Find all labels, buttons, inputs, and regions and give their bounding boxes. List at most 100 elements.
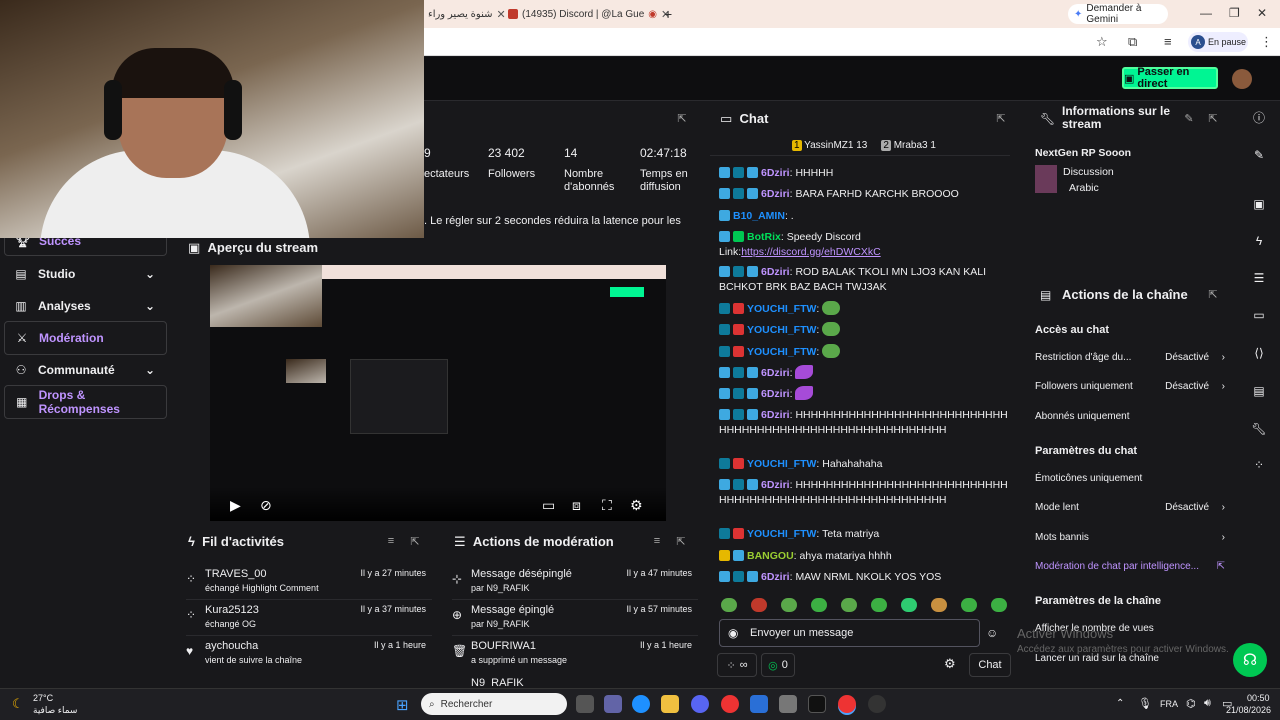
screenshot-icon[interactable]: ⧈: [572, 497, 581, 514]
edge-icon[interactable]: [632, 695, 650, 713]
media-controls-icon[interactable]: ≡: [1164, 34, 1172, 49]
wrench-icon[interactable]: 🔧︎: [1248, 418, 1270, 440]
chat-username[interactable]: 6Dziri: [761, 409, 790, 421]
activity-item[interactable]: ⁘ Kura25123 échangé OG Il y a 37 minutes: [180, 602, 432, 636]
pencil-icon[interactable]: ✎: [1248, 144, 1270, 166]
age-restriction-row[interactable]: Restriction d'âge du... Désactivé ›: [1035, 352, 1225, 363]
theater-icon[interactable]: ▭: [542, 497, 555, 514]
volume-icon[interactable]: 🔊︎: [1204, 697, 1211, 710]
browser-tab-discord[interactable]: (14935) Discord | @La Gue ◉ ✕: [508, 4, 670, 24]
channel-points-button[interactable]: ◎ 0: [761, 653, 795, 677]
chat-message[interactable]: YOUCHI_FTW:: [719, 322, 1009, 338]
discord-icon[interactable]: [691, 695, 709, 713]
task-view-icon[interactable]: [576, 695, 594, 713]
browser-tab[interactable]: شنوة يصير وراء ✕: [428, 4, 506, 24]
popout-icon[interactable]: ⇱: [404, 530, 426, 552]
chat-message[interactable]: 6Dziri: HHHHHHHHHHHHHHHHHHHHHHHHHHHHHHHH…: [719, 478, 1009, 507]
windows-start-icon[interactable]: ⊞: [396, 696, 409, 714]
nav-community[interactable]: ⚇ Communauté ⌄: [4, 353, 167, 387]
bookmark-star-icon[interactable]: ☆: [1096, 34, 1108, 50]
lightning-icon[interactable]: ϟ: [1248, 230, 1270, 252]
chat-message[interactable]: 6Dziri: BARA FARHD KARCHK BROOOO: [719, 187, 1009, 202]
chat-username[interactable]: YOUCHI_FTW: [747, 324, 816, 336]
list-icon[interactable]: ☰: [1248, 267, 1270, 289]
emote-icon[interactable]: [931, 598, 947, 612]
chat-message[interactable]: 6Dziri:: [719, 386, 1009, 402]
microphone-icon[interactable]: 🎙︎: [1138, 697, 1152, 710]
support-icon[interactable]: ☊: [1233, 643, 1267, 677]
chat-leaderboard[interactable]: 1 YassinMZ1 13 2 Mraba3 1: [792, 140, 936, 151]
edit-icon[interactable]: ✎: [1178, 107, 1200, 129]
chat-username[interactable]: 6Dziri: [761, 479, 790, 491]
nav-studio[interactable]: ▤ Studio ⌄: [4, 257, 167, 291]
chat-message[interactable]: 6Dziri: HHHHH: [719, 166, 1009, 181]
chat-message[interactable]: BotRix: Speedy Discord Link:https://disc…: [719, 230, 1009, 259]
code-icon[interactable]: ⟨⟩: [1248, 342, 1270, 364]
chat-message[interactable]: YOUCHI_FTW: Teta matriya: [719, 527, 1009, 542]
chat-message[interactable]: 6Dziri: HHHHHHHHHHHHHHHHHHHHHHHHHHHHHHHH…: [719, 408, 1009, 437]
emote-icon[interactable]: [901, 598, 917, 612]
chat-username[interactable]: YOUCHI_FTW: [747, 528, 816, 540]
taskbar-search[interactable]: ⌕ Rechercher: [421, 693, 567, 715]
popout-icon[interactable]: ⇱: [1202, 107, 1224, 129]
layout-icon[interactable]: ▣: [1248, 193, 1270, 215]
tiktok-icon[interactable]: [808, 695, 826, 713]
chat-username[interactable]: 6Dziri: [761, 167, 790, 179]
ai-moderation-link[interactable]: Modération de chat par intelligence... ⇱: [1035, 561, 1225, 572]
followers-only-row[interactable]: Followers uniquement Désactivé ›: [1035, 381, 1225, 392]
chat-username[interactable]: BotRix: [747, 231, 781, 243]
modaction-item[interactable]: 🗑︎ BOUFRIWA1 a supprimé un message Il y a 1…: [446, 638, 698, 672]
file-explorer-icon[interactable]: [661, 695, 679, 713]
chrome-icon[interactable]: [721, 695, 739, 713]
stream-category[interactable]: Discussion: [1063, 166, 1114, 178]
minimize-icon[interactable]: —: [1200, 6, 1212, 20]
chat-message[interactable]: YOUCHI_FTW: Hahahahaha: [719, 457, 1009, 472]
media-icon[interactable]: ▤: [1248, 380, 1270, 402]
popout-icon[interactable]: ⇱: [671, 107, 693, 129]
chat-link[interactable]: https://discord.gg/ehDWCXkC: [741, 246, 880, 258]
teams-icon[interactable]: [604, 695, 622, 713]
smiley-icon[interactable]: ☺: [986, 626, 998, 640]
popout-icon[interactable]: ⇱: [670, 530, 692, 552]
points-mode-button[interactable]: ⁘ ∞: [717, 653, 757, 677]
chat-message[interactable]: 6Dziri: ROD BALAK TKOLI MN LJO3 KAN KALI…: [719, 265, 1009, 294]
gemini-button[interactable]: ✦ Demander à Gemini: [1068, 3, 1168, 25]
chat-settings-icon[interactable]: ⚙: [944, 656, 956, 672]
language-indicator[interactable]: FRA: [1160, 699, 1178, 709]
close-window-icon[interactable]: ✕: [1257, 6, 1267, 20]
chat-username[interactable]: YOUCHI_FTW: [747, 303, 816, 315]
chat-message[interactable]: 6Dziri:: [719, 365, 1009, 381]
chrome-active-icon[interactable]: [838, 695, 856, 713]
fullscreen-icon[interactable]: ⛶: [602, 497, 612, 514]
activity-item[interactable]: ♥ aychoucha vient de suivre la chaîne Il y …: [180, 638, 432, 672]
emotes-only-row[interactable]: Émoticônes uniquement: [1035, 473, 1225, 484]
banned-words-row[interactable]: Mots bannis ›: [1035, 532, 1225, 543]
tray-chevron-icon[interactable]: ⌃: [1116, 698, 1124, 709]
emote-icon[interactable]: [781, 598, 797, 612]
clock-date[interactable]: 21/08/2026: [1226, 705, 1271, 715]
network-icon[interactable]: ⌬: [1186, 697, 1196, 710]
points-icon[interactable]: ⁘: [1248, 454, 1270, 476]
chat-input[interactable]: Envoyer un message: [719, 619, 980, 647]
subscribers-only-row[interactable]: Abonnés uniquement: [1035, 411, 1225, 422]
chat-icon[interactable]: ▭: [1248, 304, 1270, 326]
chat-message[interactable]: 6Dziri: MAW NRML NKOLK YOS YOS: [719, 570, 1009, 585]
modaction-item[interactable]: ⊕ Message épinglé par N9_RAFIK Il y a 57 mi…: [446, 602, 698, 636]
chat-username[interactable]: 6Dziri: [761, 571, 790, 583]
chat-username[interactable]: YOUCHI_FTW: [747, 458, 816, 470]
store-icon[interactable]: [779, 695, 797, 713]
play-icon[interactable]: ▶: [230, 497, 241, 514]
chat-message[interactable]: YOUCHI_FTW:: [719, 344, 1009, 360]
activity-item[interactable]: ⁘ TRAVES_00 échangé Highlight Comment Il y …: [180, 566, 432, 600]
popout-icon[interactable]: ⇱: [990, 107, 1012, 129]
user-avatar[interactable]: [1232, 69, 1252, 89]
chat-message[interactable]: BANGOU: ahya matariya hhhh: [719, 549, 1009, 564]
chat-username[interactable]: 6Dziri: [761, 266, 790, 278]
maximize-icon[interactable]: ❐: [1229, 6, 1240, 20]
chat-send-button[interactable]: Chat: [969, 653, 1011, 677]
slow-mode-row[interactable]: Mode lent Désactivé ›: [1035, 502, 1225, 513]
chat-message[interactable]: YOUCHI_FTW:: [719, 301, 1009, 317]
mail-icon[interactable]: [750, 695, 768, 713]
clock-time[interactable]: 00:50: [1247, 693, 1270, 703]
chat-username[interactable]: B10_AMIN: [733, 210, 785, 222]
